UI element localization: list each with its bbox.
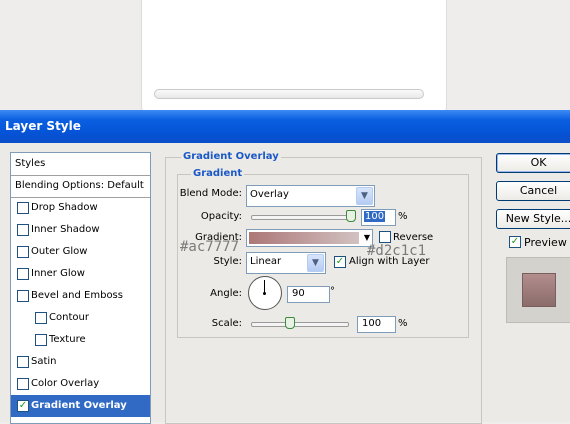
styles-list-item[interactable]: Color Overlay [11, 373, 150, 395]
angle-input[interactable]: 90 [287, 286, 330, 303]
ok-button[interactable]: OK [496, 153, 570, 173]
angle-dial[interactable] [248, 276, 282, 310]
dialog-titlebar[interactable]: Layer Style [0, 110, 570, 143]
gradient-overlay-title: Gradient Overlay [181, 151, 281, 162]
style-label: Style: [213, 256, 243, 267]
styles-list-item[interactable]: Blending Options: Default [11, 175, 150, 197]
start-color-annotation: #ac7777 [180, 239, 240, 255]
style-checkbox[interactable] [35, 334, 47, 346]
align-with-layer-label: Align with Layer [349, 256, 430, 267]
preview-label: Preview [524, 236, 567, 249]
style-checkbox[interactable] [35, 312, 47, 324]
styles-list-item[interactable]: Inner Shadow [11, 219, 150, 241]
opacity-slider[interactable] [251, 215, 353, 220]
styles-list-item[interactable]: Bevel and Emboss [11, 285, 150, 307]
preview-checkbox[interactable]: ✓ [509, 236, 521, 248]
styles-list-item[interactable]: ✓ Gradient Overlay [11, 395, 150, 417]
style-item-label: Drop Shadow [31, 202, 98, 213]
reverse-checkbox[interactable] [379, 231, 391, 243]
blend-mode-label: Blend Mode: [179, 188, 242, 199]
style-checkbox[interactable]: ✓ [17, 400, 29, 412]
scale-input[interactable]: 100 [357, 316, 396, 333]
new-style-button[interactable]: New Style... [496, 209, 570, 229]
reverse-label: Reverse [393, 232, 434, 243]
dialog-title: Layer Style [5, 119, 81, 133]
style-item-label: Satin [31, 356, 57, 367]
blend-mode-select[interactable]: Overlay ▼ [246, 185, 375, 207]
style-checkbox[interactable] [17, 268, 29, 280]
design-card [141, 0, 447, 120]
cancel-button[interactable]: Cancel [496, 181, 570, 201]
scale-slider[interactable] [251, 322, 349, 327]
style-item-label: Texture [49, 334, 86, 345]
gradient-group-title: Gradient [191, 168, 245, 179]
style-checkbox[interactable] [17, 202, 29, 214]
style-item-label: Color Overlay [31, 378, 100, 389]
angle-unit: ° [330, 286, 335, 297]
scale-value: 100 [362, 318, 382, 329]
style-checkbox[interactable] [17, 356, 29, 368]
styles-list-item[interactable]: Texture [11, 329, 150, 351]
opacity-label: Opacity: [200, 211, 242, 222]
style-checkbox[interactable] [17, 224, 29, 236]
align-with-layer-checkbox[interactable]: ✓ [334, 256, 346, 268]
style-item-label: Blending Options: Default [15, 180, 144, 191]
styles-list-item[interactable]: Satin [11, 351, 150, 373]
opacity-value: 100 [364, 211, 386, 222]
style-value: Linear [250, 256, 282, 267]
preview-box [506, 257, 570, 323]
styles-list-item[interactable]: Inner Glow [11, 263, 150, 285]
chevron-down-icon[interactable]: ▼ [364, 233, 370, 242]
gradient-preview[interactable] [249, 232, 359, 244]
styles-list-item[interactable]: Styles [11, 153, 150, 175]
style-checkbox[interactable] [17, 290, 29, 302]
style-select[interactable]: Linear ▼ [246, 252, 326, 274]
gradient-picker[interactable]: ▼ [246, 229, 373, 247]
angle-value: 90 [292, 288, 305, 299]
opacity-unit: % [398, 211, 408, 222]
style-checkbox[interactable] [17, 378, 29, 390]
style-item-label: Bevel and Emboss [31, 290, 123, 301]
style-item-label: Contour [49, 312, 89, 323]
styles-list-item[interactable]: Drop Shadow [11, 197, 150, 219]
scale-unit: % [398, 318, 408, 329]
style-checkbox[interactable] [17, 246, 29, 258]
style-item-label: Inner Shadow [31, 224, 100, 235]
styles-list-item[interactable]: Outer Glow [11, 241, 150, 263]
opacity-slider-thumb[interactable] [346, 210, 356, 222]
chevron-down-icon[interactable]: ▼ [356, 187, 373, 205]
preview-swatch [522, 273, 556, 307]
design-progress-bar [154, 89, 424, 99]
style-item-label: Styles [15, 158, 46, 169]
styles-list: Styles Blending Options: Default Drop Shad… [10, 152, 151, 424]
style-item-label: Inner Glow [31, 268, 85, 279]
scale-label: Scale: [211, 318, 242, 329]
opacity-input[interactable]: 100 [361, 209, 396, 226]
chevron-down-icon[interactable]: ▼ [307, 254, 324, 272]
styles-list-item[interactable]: Contour [11, 307, 150, 329]
style-item-label: Outer Glow [31, 246, 88, 257]
angle-label: Angle: [210, 288, 242, 299]
scale-slider-thumb[interactable] [285, 317, 296, 329]
angle-dial-center [263, 292, 266, 295]
layer-style-dialog: Layer Style Styles Blending Options: Defa… [0, 110, 570, 424]
style-item-label: Gradient Overlay [31, 400, 127, 411]
blend-mode-value: Overlay [250, 189, 289, 200]
